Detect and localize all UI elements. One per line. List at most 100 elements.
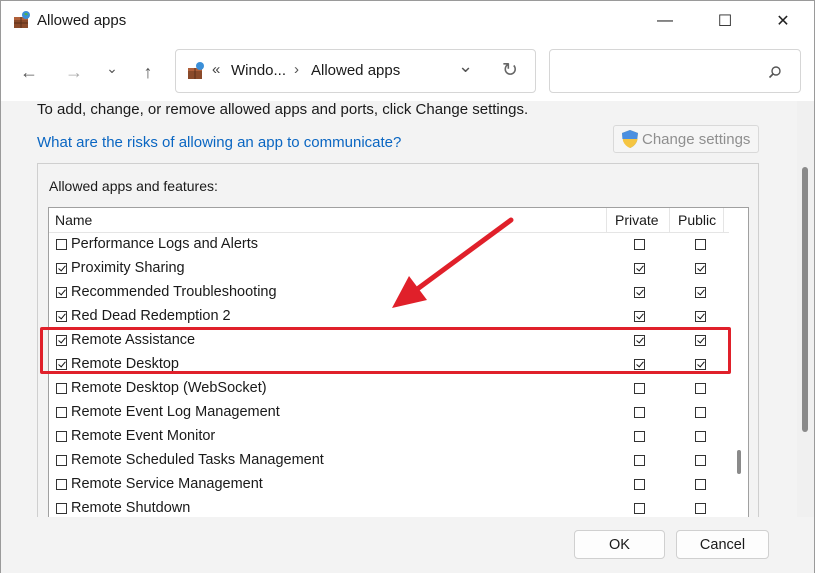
list-item-label: Remote Event Monitor bbox=[71, 428, 216, 444]
group-label: Allowed apps and features: bbox=[49, 178, 218, 194]
minimize-icon: — bbox=[657, 12, 673, 29]
enable-checkbox[interactable] bbox=[56, 263, 67, 274]
list-item-label: Remote Desktop (WebSocket) bbox=[71, 380, 267, 396]
list-item-label: Remote Event Log Management bbox=[71, 404, 280, 420]
enable-checkbox[interactable] bbox=[56, 239, 67, 250]
uac-shield-icon bbox=[622, 130, 638, 148]
list-item-label: Remote Service Management bbox=[71, 476, 263, 492]
minimize-button[interactable]: — bbox=[642, 1, 688, 41]
public-checkbox[interactable] bbox=[695, 407, 706, 418]
column-divider bbox=[723, 208, 724, 233]
public-checkbox[interactable] bbox=[695, 239, 706, 250]
firewall-location-icon bbox=[188, 62, 204, 79]
list-scrollbar[interactable] bbox=[731, 208, 748, 517]
page-scrollbar[interactable] bbox=[797, 101, 814, 517]
private-checkbox[interactable] bbox=[634, 503, 645, 514]
list-item[interactable]: Red Dead Redemption 2 bbox=[49, 305, 729, 329]
enable-checkbox[interactable] bbox=[56, 407, 67, 418]
ok-button-label: OK bbox=[609, 536, 630, 553]
instructions-text: To add, change, or remove allowed apps a… bbox=[37, 101, 529, 118]
public-checkbox[interactable] bbox=[695, 431, 706, 442]
enable-checkbox[interactable] bbox=[56, 503, 67, 514]
cancel-button[interactable]: Cancel bbox=[676, 530, 769, 559]
risks-link[interactable]: What are the risks of allowing an app to… bbox=[37, 134, 401, 151]
address-bar[interactable]: « Windo... › Allowed apps ⌄ ↻ bbox=[175, 49, 536, 93]
maximize-button[interactable]: ☐ bbox=[702, 1, 748, 41]
breadcrumb-windows-firewall[interactable]: Windo... bbox=[231, 62, 286, 79]
public-checkbox[interactable] bbox=[695, 503, 706, 514]
column-divider[interactable] bbox=[669, 208, 670, 233]
public-checkbox[interactable] bbox=[695, 383, 706, 394]
breadcrumb-separator-icon: › bbox=[294, 61, 299, 78]
firewall-app-icon bbox=[14, 11, 30, 28]
public-checkbox[interactable] bbox=[695, 287, 706, 298]
up-arrow-icon: ↑ bbox=[143, 61, 153, 82]
forward-arrow-icon: → bbox=[65, 61, 83, 82]
list-item[interactable]: Performance Logs and Alerts bbox=[49, 233, 729, 257]
list-item[interactable]: Remote Event Monitor bbox=[49, 425, 729, 449]
overflow-breadcrumb-icon[interactable]: « bbox=[212, 61, 220, 78]
list-scrollbar-thumb[interactable] bbox=[737, 450, 741, 474]
title-bar: Allowed apps — ☐ ✕ bbox=[1, 1, 814, 41]
list-item-label: Performance Logs and Alerts bbox=[71, 236, 258, 252]
private-checkbox[interactable] bbox=[634, 431, 645, 442]
page-scrollbar-thumb[interactable] bbox=[802, 167, 808, 432]
enable-checkbox[interactable] bbox=[56, 479, 67, 490]
chevron-down-icon: ⌄ bbox=[106, 59, 118, 76]
allowed-apps-window: Allowed apps — ☐ ✕ ← → ⌄ ↑ « Windo... › … bbox=[0, 0, 815, 573]
list-item-label: Proximity Sharing bbox=[71, 260, 185, 276]
address-dropdown-icon[interactable]: ⌄ bbox=[458, 56, 473, 77]
breadcrumb-allowed-apps[interactable]: Allowed apps bbox=[311, 62, 400, 79]
close-button[interactable]: ✕ bbox=[760, 1, 806, 41]
enable-checkbox[interactable] bbox=[56, 431, 67, 442]
public-checkbox[interactable] bbox=[695, 455, 706, 466]
public-checkbox[interactable] bbox=[695, 311, 706, 322]
list-item-label: Remote Shutdown bbox=[71, 500, 191, 516]
private-checkbox[interactable] bbox=[634, 455, 645, 466]
enable-checkbox[interactable] bbox=[56, 383, 67, 394]
main-content: To add, change, or remove allowed apps a… bbox=[1, 101, 797, 517]
list-header: Name Private Public bbox=[49, 208, 729, 233]
list-item[interactable]: Proximity Sharing bbox=[49, 257, 729, 281]
list-item[interactable]: Remote Service Management bbox=[49, 473, 729, 497]
list-item[interactable]: Remote Event Log Management bbox=[49, 401, 729, 425]
search-icon[interactable] bbox=[768, 65, 782, 79]
column-divider[interactable] bbox=[606, 208, 607, 233]
column-header-public[interactable]: Public bbox=[678, 212, 716, 228]
private-checkbox[interactable] bbox=[634, 311, 645, 322]
annotation-highlight-box bbox=[40, 327, 731, 374]
enable-checkbox[interactable] bbox=[56, 287, 67, 298]
column-header-name[interactable]: Name bbox=[55, 212, 92, 228]
forward-button[interactable]: → bbox=[61, 59, 87, 85]
search-box[interactable] bbox=[549, 49, 801, 93]
navigation-bar: ← → ⌄ ↑ « Windo... › Allowed apps ⌄ ↻ bbox=[1, 41, 814, 101]
refresh-icon[interactable]: ↻ bbox=[502, 59, 518, 82]
maximize-icon: ☐ bbox=[717, 13, 733, 30]
back-button[interactable]: ← bbox=[16, 59, 42, 85]
private-checkbox[interactable] bbox=[634, 479, 645, 490]
close-icon: ✕ bbox=[776, 13, 790, 30]
public-checkbox[interactable] bbox=[695, 479, 706, 490]
list-item[interactable]: Recommended Troubleshooting bbox=[49, 281, 729, 305]
enable-checkbox[interactable] bbox=[56, 455, 67, 466]
recent-locations-button[interactable]: ⌄ bbox=[99, 55, 125, 81]
public-checkbox[interactable] bbox=[695, 263, 706, 274]
private-checkbox[interactable] bbox=[634, 287, 645, 298]
list-item[interactable]: Remote Shutdown bbox=[49, 497, 729, 517]
up-button[interactable]: ↑ bbox=[135, 59, 161, 85]
change-settings-button[interactable]: Change settings bbox=[613, 125, 759, 153]
change-settings-label: Change settings bbox=[642, 130, 751, 148]
column-header-private[interactable]: Private bbox=[615, 212, 659, 228]
list-item[interactable]: Remote Desktop (WebSocket) bbox=[49, 377, 729, 401]
list-item-label: Remote Scheduled Tasks Management bbox=[71, 452, 324, 468]
list-item[interactable]: Remote Scheduled Tasks Management bbox=[49, 449, 729, 473]
private-checkbox[interactable] bbox=[634, 383, 645, 394]
ok-button[interactable]: OK bbox=[574, 530, 665, 559]
list-item-label: Recommended Troubleshooting bbox=[71, 284, 277, 300]
enable-checkbox[interactable] bbox=[56, 311, 67, 322]
dialog-footer: OK Cancel bbox=[1, 517, 814, 573]
private-checkbox[interactable] bbox=[634, 239, 645, 250]
window-title: Allowed apps bbox=[37, 12, 127, 29]
private-checkbox[interactable] bbox=[634, 263, 645, 274]
private-checkbox[interactable] bbox=[634, 407, 645, 418]
